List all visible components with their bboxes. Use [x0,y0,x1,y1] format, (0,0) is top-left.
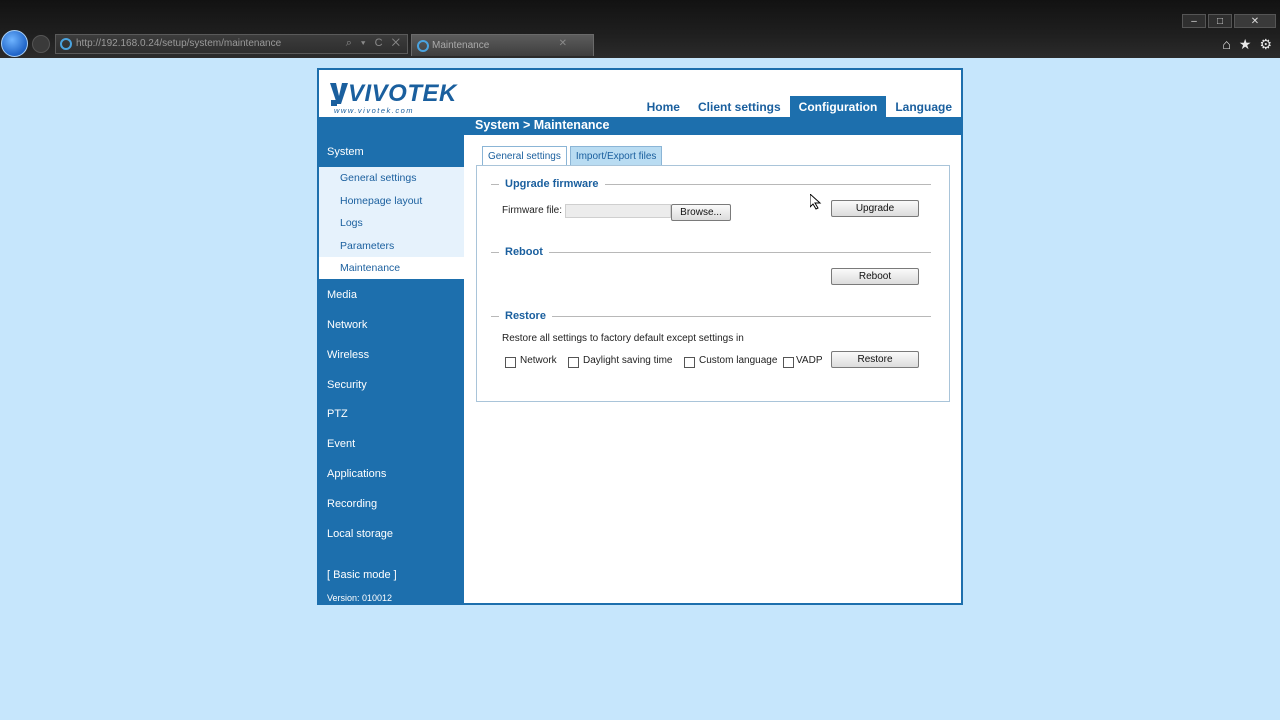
sidebar-item-maintenance[interactable]: Maintenance [319,257,464,279]
version-label: Version: 010012 [327,593,393,603]
daylight-saving-checkbox[interactable] [568,357,579,368]
camera-config-page: VIVOTEK www.vivotek.com Home Client sett… [317,68,963,605]
upgrade-button[interactable]: Upgrade [831,200,919,217]
firmware-file-label: Firmware file: [502,205,563,216]
vivotek-logo-mark-icon [330,83,348,106]
sidebar-section-recording[interactable]: Recording [319,498,464,510]
restore-divider [491,316,931,317]
close-icon[interactable]: ✕ [1234,14,1276,28]
sidebar-section-ptz[interactable]: PTZ [319,408,464,420]
basic-mode-link[interactable]: [ Basic mode ] [327,569,397,581]
sidebar-item-logs[interactable]: Logs [340,217,363,229]
nav-configuration[interactable]: Configuration [789,96,887,118]
sidebar-item-homepage-layout[interactable]: Homepage layout [340,195,422,207]
title-bar: System > Maintenance [319,117,961,135]
vadp-checkbox[interactable] [783,357,794,368]
favorites-star-icon[interactable]: ★ [1239,36,1252,53]
browser-toolbar-icons: ⌂ ★ ⚙ [1222,36,1272,53]
ie-tab-icon [417,40,429,52]
network-checkbox-label: Network [520,355,557,366]
nav-language[interactable]: Language [886,96,961,118]
sidebar-section-system[interactable]: System [319,135,464,167]
vivotek-logo[interactable]: VIVOTEK www.vivotek.com [328,78,456,115]
logo-url: www.vivotek.com [334,106,415,115]
settings-gear-icon[interactable]: ⚙ [1259,36,1272,53]
restore-description: Restore all settings to factory default … [502,333,744,344]
custom-language-checkbox[interactable] [684,357,695,368]
home-icon[interactable]: ⌂ [1222,36,1230,53]
sidebar-item-general-settings[interactable]: General settings [340,172,416,184]
logo-wordmark: VIVOTEK [348,80,457,107]
browser-chrome: http://192.168.0.24/setup/system/mainten… [0,0,1280,58]
address-tools-icon[interactable]: ⌕ ▾ C ✕ [346,37,403,50]
browser-tab-title: Maintenance [432,40,490,51]
custom-language-checkbox-label: Custom language [699,355,778,366]
sidebar-section-security[interactable]: Security [319,379,464,391]
ie-page-icon [60,38,72,50]
browse-button[interactable]: Browse... [671,204,731,221]
minimize-icon[interactable]: – [1182,14,1206,28]
forward-arrow-icon[interactable] [32,35,50,53]
sidebar-section-wireless[interactable]: Wireless [319,349,464,361]
breadcrumb: System > Maintenance [475,118,610,132]
nav-client-settings[interactable]: Client settings [689,96,790,118]
window-controls: – □ ✕ [1182,14,1276,28]
nav-home[interactable]: Home [638,96,689,118]
reboot-divider [491,252,931,253]
reboot-button[interactable]: Reboot [831,268,919,285]
firmware-file-input[interactable] [565,204,671,218]
upgrade-firmware-legend: Upgrade firmware [499,178,605,190]
sidebar-section-event[interactable]: Event [319,438,464,450]
maintenance-panel: Upgrade firmware Firmware file: Browse..… [476,165,950,402]
tab-import-export-files[interactable]: Import/Export files [569,146,663,166]
maximize-icon[interactable]: □ [1208,14,1232,28]
daylight-saving-checkbox-label: Daylight saving time [583,355,673,366]
address-url[interactable]: http://192.168.0.24/setup/system/mainten… [76,38,281,49]
settings-tabs: General settings Import/Export files [482,146,663,166]
network-checkbox[interactable] [505,357,516,368]
system-subnav: General settings Homepage layout Logs Pa… [319,167,464,257]
sidebar-section-applications[interactable]: Applications [319,468,464,480]
top-navigation: Home Client settings Configuration Langu… [638,96,961,118]
restore-legend: Restore [499,310,552,322]
reboot-legend: Reboot [499,246,549,258]
browser-tab[interactable]: Maintenance ✕ [411,34,594,56]
sidebar-section-network[interactable]: Network [319,319,464,331]
sidebar: System General settings Homepage layout … [319,135,464,605]
sidebar-section-local-storage[interactable]: Local storage [319,528,464,540]
tab-general-settings[interactable]: General settings [482,146,567,166]
vadp-checkbox-label: VADP [796,355,823,366]
sidebar-item-parameters[interactable]: Parameters [340,240,394,252]
mouse-pointer-icon [810,194,822,210]
tab-close-icon[interactable]: ✕ [559,38,567,49]
sidebar-section-media[interactable]: Media [319,289,464,301]
back-arrow-icon[interactable] [1,30,28,57]
restore-button[interactable]: Restore [831,351,919,368]
address-bar[interactable]: http://192.168.0.24/setup/system/mainten… [55,34,408,54]
